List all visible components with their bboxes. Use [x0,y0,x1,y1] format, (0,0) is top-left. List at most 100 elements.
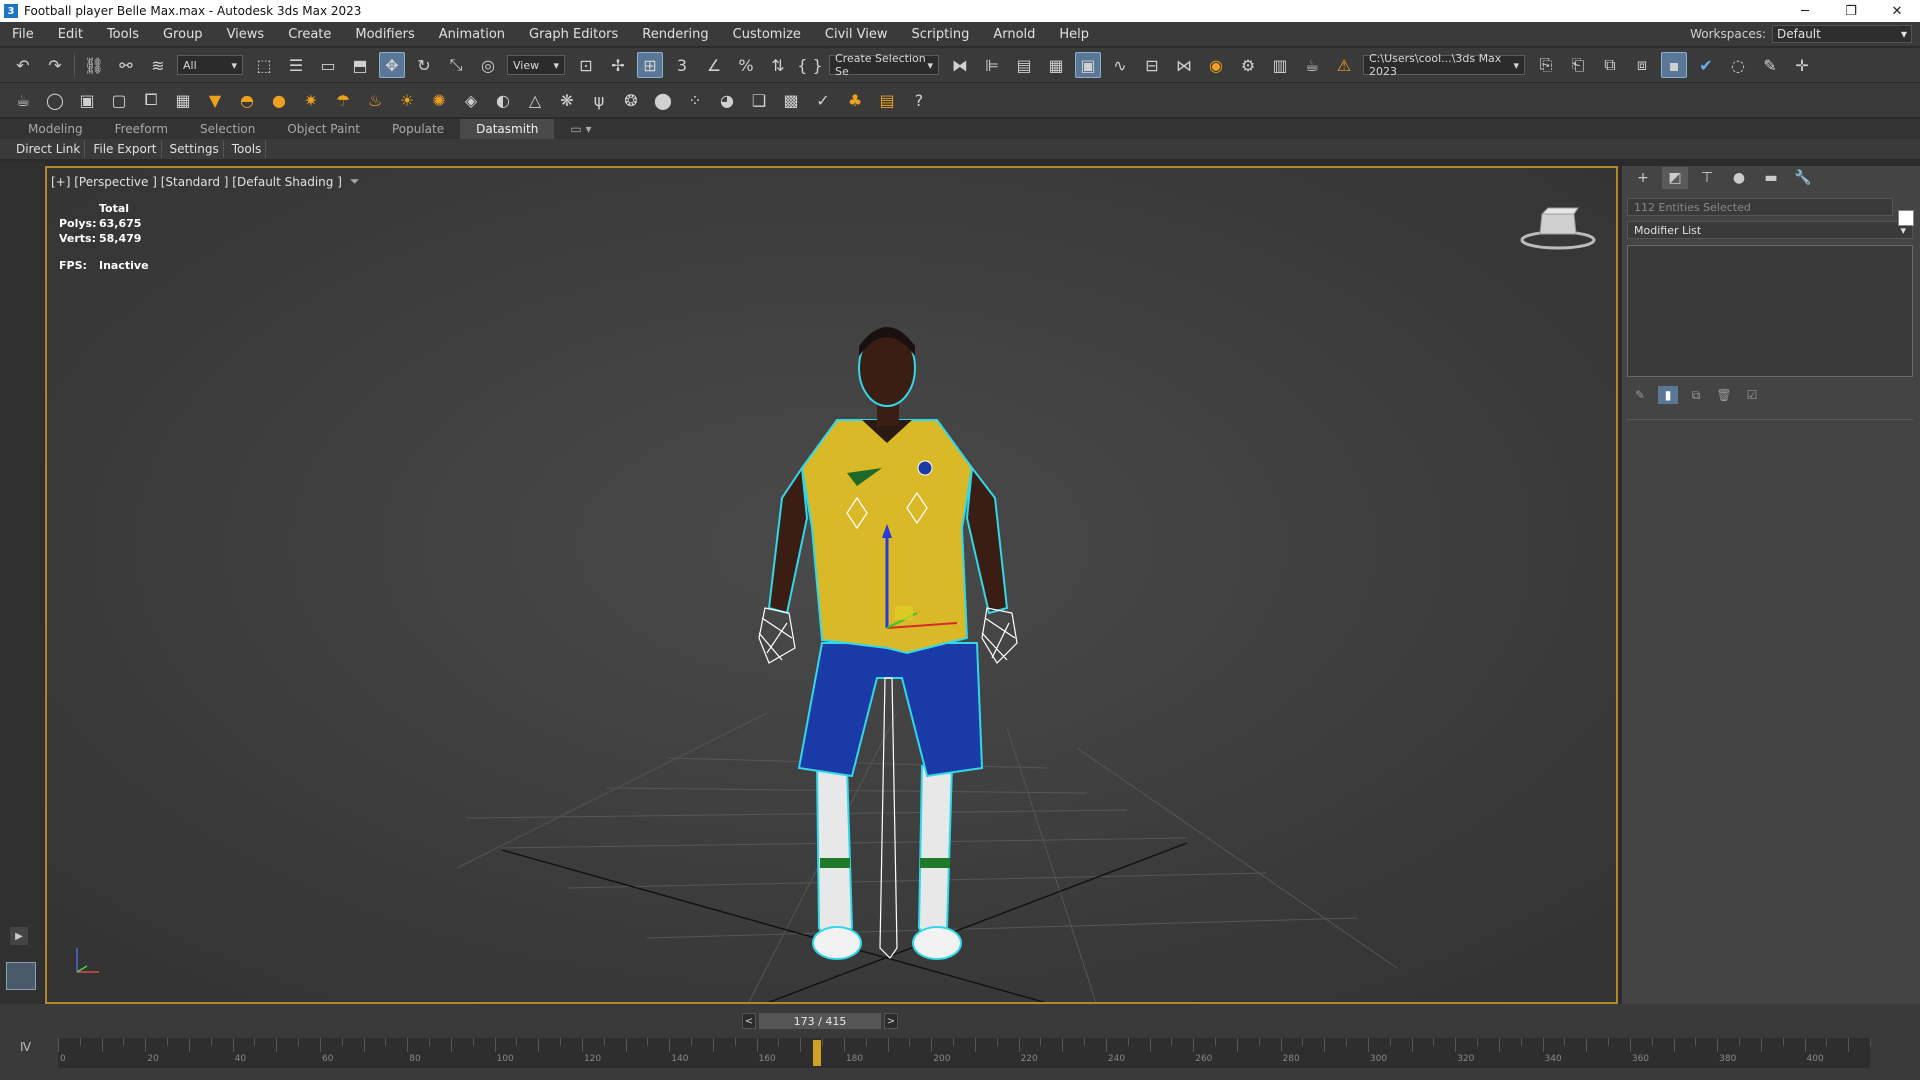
menu-animation[interactable]: Animation [427,27,517,42]
physical-camera-icon[interactable]: ⧠ [138,87,164,113]
menu-civil-view[interactable]: Civil View [813,27,900,42]
scene-explorer-icon[interactable]: ▦ [1043,52,1069,78]
layer-explorer-icon[interactable]: ▤ [1011,52,1037,78]
remove-modifier-icon[interactable]: 🗑 [1714,386,1734,404]
tab-modeling[interactable]: Modeling [12,119,99,139]
bind-spacewarp-icon[interactable]: ≋ [145,52,171,78]
environment-icon[interactable]: ◐ [490,87,516,113]
camera-icon[interactable]: ▢ [106,87,132,113]
select-object-icon[interactable]: ⬚ [251,52,277,78]
menu-customize[interactable]: Customize [721,27,813,42]
project-path-dropdown[interactable]: C:\Users\cool...\3ds Max 2023 ▾ [1363,52,1525,78]
unlink-icon[interactable]: ⚯ [113,52,139,78]
dome-light-icon[interactable]: ◓ [234,87,260,113]
area-light-icon[interactable]: ♨ [362,87,388,113]
project-folder-icon[interactable]: ⎗ [1565,52,1591,78]
sphere-light-icon[interactable]: ● [266,87,292,113]
open-project-icon[interactable]: ⎘ [1533,52,1559,78]
atmosphere-icon[interactable]: ❋ [554,87,580,113]
angle-snap-icon[interactable]: ∠ [701,52,727,78]
teapot-icon[interactable]: ☕ [10,87,36,113]
tab-object-paint[interactable]: Object Paint [271,119,376,139]
minimize-button[interactable]: ─ [1782,0,1828,22]
edit-named-selection-icon[interactable]: { } [797,52,823,78]
snaps-toggle-icon[interactable]: 3 [669,52,695,78]
display-panel-icon[interactable]: ▬ [1758,167,1784,189]
menu-help[interactable]: Help [1047,27,1101,42]
link-icon[interactable]: ⛓ [81,52,107,78]
render-production-icon[interactable]: ☕ [1299,52,1325,78]
select-and-rotate-icon[interactable]: ↻ [411,52,437,78]
configure-modifier-sets-icon[interactable]: ☑ [1742,386,1762,404]
time-slider[interactable]: < 173 / 415 > [742,1012,898,1030]
menu-create[interactable]: Create [276,27,343,42]
selection-filter-dropdown[interactable]: All ▾ [177,55,243,75]
play-icon[interactable]: ▶ [10,927,28,945]
pin-stack-icon[interactable]: ✎ [1630,386,1650,404]
material-editor-icon[interactable]: ◉ [1203,52,1229,78]
track-bar[interactable]: 0 20 40 60 80 100 120 140 160 180 200 220 240 260 280 3… [58,1038,1871,1068]
workspace-dropdown[interactable]: Default ▾ [1772,25,1912,43]
keyboard-shortcut-override-icon[interactable]: ⊞ [637,52,663,78]
filter-icon[interactable]: ⏷ [350,174,360,189]
selection-name-field[interactable]: 112 Entities Selected [1627,198,1893,216]
photometric-light-icon[interactable]: ☂ [330,87,356,113]
ribbon-toggle-icon[interactable]: ▣ [1075,52,1101,78]
viewport-label[interactable]: [+] [Perspective ] [Standard ] [Default … [51,174,360,189]
rendered-frame-window-icon[interactable]: ▥ [1267,52,1293,78]
box-icon[interactable]: ▣ [74,87,100,113]
hair-icon[interactable]: ψ [586,87,612,113]
pivot-center-icon[interactable]: ⊡ [573,52,599,78]
file-export-button[interactable]: File Export [89,140,162,158]
manipulate-icon[interactable]: ✢ [605,52,631,78]
object-color-swatch[interactable] [1898,210,1914,226]
menu-edit[interactable]: Edit [46,27,95,42]
reference-coordinate-dropdown[interactable]: View ▾ [507,55,565,75]
help-icon[interactable]: ? [906,87,932,113]
brush-icon[interactable]: ✎ [1757,52,1783,78]
select-by-name-icon[interactable]: ☰ [283,52,309,78]
menu-scripting[interactable]: Scripting [900,27,982,42]
tools-button[interactable]: Tools [228,140,267,158]
render-log-icon[interactable]: ▤ [874,87,900,113]
ribbon-options-icon[interactable]: ▭ ▾ [554,119,607,139]
sun-icon[interactable]: ☀ [394,87,420,113]
direct-link-button[interactable]: Direct Link [12,140,86,158]
multi-material-icon[interactable]: ⁘ [682,87,708,113]
window-crossing-icon[interactable]: ⬒ [347,52,373,78]
project-settings-icon[interactable]: ⧈ [1629,52,1655,78]
previous-frame-button[interactable]: < [742,1013,756,1029]
modifier-list-dropdown[interactable]: Modifier List ▾ [1627,221,1913,239]
connect-icon[interactable]: ◌ [1725,52,1751,78]
tab-populate[interactable]: Populate [376,119,460,139]
maximize-button[interactable]: ❐ [1828,0,1874,22]
spinner-snap-icon[interactable]: ⇅ [765,52,791,78]
render-view-icon[interactable]: ✓ [810,87,836,113]
dope-sheet-icon[interactable]: ⊟ [1139,52,1165,78]
modify-panel-icon[interactable]: ◩ [1662,167,1688,189]
viewcube-icon[interactable] [1518,202,1598,252]
menu-rendering[interactable]: Rendering [630,27,720,42]
omni-light-icon[interactable]: ✷ [298,87,324,113]
tab-datasmith[interactable]: Datasmith [460,119,555,139]
shader-ball-icon[interactable]: ◕ [714,87,740,113]
select-and-scale-icon[interactable]: ⤡ [443,52,469,78]
warning-icon[interactable]: ⚠ [1331,52,1357,78]
viewport-layout-icon[interactable] [6,962,36,990]
menu-tools[interactable]: Tools [95,27,151,42]
show-end-result-icon[interactable]: ▮ [1658,386,1678,404]
sync-icon[interactable]: ✔ [1693,52,1719,78]
spot-light-icon[interactable]: ▼ [202,87,228,113]
percent-snap-icon[interactable]: % [733,52,759,78]
track-bar-icon[interactable]: Ⅳ [20,1040,31,1054]
motion-panel-icon[interactable]: ● [1726,167,1752,189]
frame-counter[interactable]: 173 / 415 [759,1013,881,1029]
tab-freeform[interactable]: Freeform [99,119,184,139]
align-icon[interactable]: ⊫ [979,52,1005,78]
film-icon[interactable]: ▦ [170,87,196,113]
select-and-place-icon[interactable]: ◎ [475,52,501,78]
curve-editor-icon[interactable]: ∿ [1107,52,1133,78]
next-frame-button[interactable]: > [884,1013,898,1029]
shaded-cube-icon[interactable]: ◈ [458,87,484,113]
schematic-view-icon[interactable]: ⋈ [1171,52,1197,78]
